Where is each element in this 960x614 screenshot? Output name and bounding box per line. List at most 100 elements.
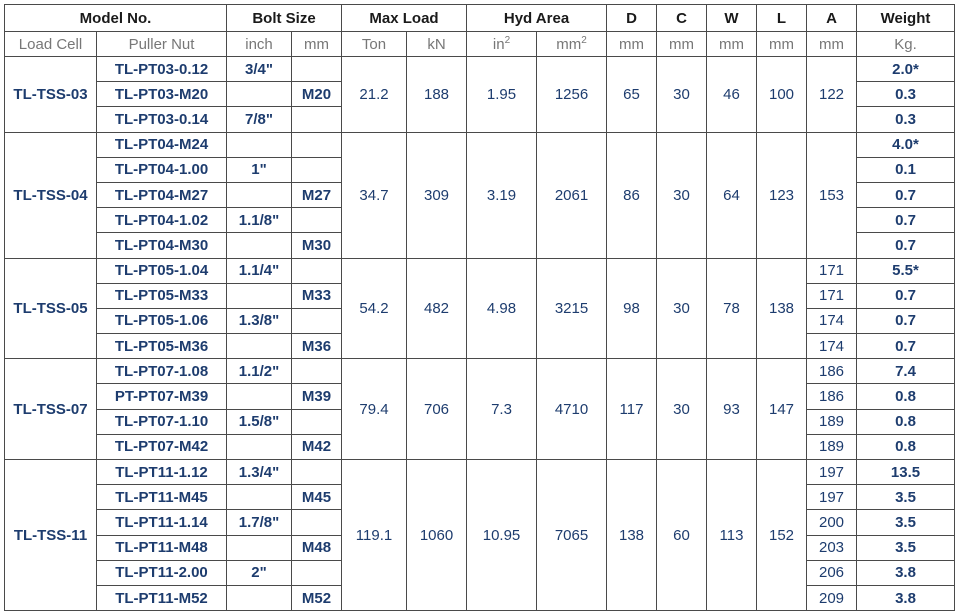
bolt-mm-cell: M20 <box>291 81 343 108</box>
weight-cell: 0.1 <box>856 156 956 183</box>
a-cell: 171 <box>806 282 858 309</box>
in2-cell: 1.95 <box>466 56 538 133</box>
weight-cell: 3.8 <box>856 559 956 586</box>
puller-nut-cell: TL-PT04-M24 <box>95 131 228 158</box>
puller-nut-cell: TL-PT11-1.14 <box>95 509 228 536</box>
load-cell-cell: TL-TSS-05 <box>4 257 97 360</box>
bolt-mm-cell <box>291 559 343 586</box>
puller-nut-cell: TL-PT07-1.10 <box>95 408 228 435</box>
weight-cell: 0.3 <box>856 81 956 108</box>
bolt-mm-cell <box>291 307 343 335</box>
puller-nut-cell: TL-PT11-M45 <box>95 484 228 511</box>
puller-nut-cell: TL-PT07-1.08 <box>95 358 228 385</box>
bolt-mm-cell <box>291 257 343 284</box>
bolt-mm-cell <box>291 458 343 486</box>
puller-nut-cell: TL-PT11-2.00 <box>95 559 228 586</box>
d-cell: 98 <box>606 257 658 360</box>
bolt-inch-cell: 2" <box>226 559 293 586</box>
a-cell: 174 <box>806 333 858 360</box>
load-cell-cell: TL-TSS-04 <box>4 131 97 259</box>
puller-nut-cell: TL-PT05-M36 <box>95 333 228 360</box>
puller-nut-cell: TL-PT07-M42 <box>95 433 228 461</box>
puller-nut-cell: TL-PT05-M33 <box>95 282 228 309</box>
weight-cell: 0.7 <box>856 307 956 335</box>
bolt-inch-cell: 1" <box>226 156 293 183</box>
load-cell-subheader: Load Cell <box>4 31 97 57</box>
bolt-inch-cell <box>226 81 293 108</box>
in2-cell: 7.3 <box>466 358 538 460</box>
bolt-mm-cell <box>291 156 343 183</box>
bolt-mm-cell <box>291 207 343 234</box>
bolt-mm-cell <box>291 408 343 435</box>
bolt-inch-cell <box>226 181 293 209</box>
bolt-size-header: Bolt Size <box>226 4 343 32</box>
a-cell: 209 <box>806 584 858 612</box>
l-header: L <box>756 4 808 32</box>
puller-nut-cell: TL-PT04-1.00 <box>95 156 228 183</box>
a-cell: 206 <box>806 559 858 586</box>
max-load-header: Max Load <box>341 4 468 32</box>
weight-cell: 0.7 <box>856 333 956 360</box>
bolt-mm-cell <box>291 131 343 158</box>
a-cell: 200 <box>806 509 858 536</box>
puller-nut-cell: TL-PT03-0.14 <box>95 106 228 133</box>
a-cell: 203 <box>806 534 858 561</box>
mm2-cell: 1256 <box>536 56 608 133</box>
puller-nut-cell: TL-PT05-1.06 <box>95 307 228 335</box>
puller-nut-cell: TL-PT05-1.04 <box>95 257 228 284</box>
weight-cell: 0.7 <box>856 232 956 259</box>
w-cell: 64 <box>706 131 758 259</box>
c-cell: 30 <box>656 257 708 360</box>
bolt-inch-cell: 1.7/8" <box>226 509 293 536</box>
kn-cell: 309 <box>406 131 468 259</box>
puller-nut-subheader: Puller Nut <box>95 31 228 57</box>
c-header: C <box>656 4 708 32</box>
in2-exponent: 2 <box>504 34 511 46</box>
puller-nut-cell: PT-PT07-M39 <box>95 383 228 410</box>
bolt-inch-cell <box>226 282 293 309</box>
model-no-header: Model No. <box>3 4 228 32</box>
mm2-cell: 7065 <box>536 458 608 612</box>
bolt-mm-cell: M48 <box>291 534 343 561</box>
load-cell-cell: TL-TSS-07 <box>4 358 97 460</box>
spec-table: Model No. Bolt Size Max Load Hyd Area D … <box>3 4 956 612</box>
ton-cell: 34.7 <box>341 131 408 259</box>
in2-cell: 3.19 <box>466 131 538 259</box>
d-cell: 86 <box>606 131 658 259</box>
kn-cell: 188 <box>406 56 468 133</box>
table-row: TL-TSS-04 TL-PT04-M24 34.7 309 3.19 2061 86 30 6… <box>4 131 956 259</box>
weight-cell: 0.7 <box>856 181 956 209</box>
l-unit-subheader: mm <box>756 31 808 57</box>
l-cell: 100 <box>756 56 808 133</box>
weight-cell: 0.3 <box>856 106 956 133</box>
a-cell: 153 <box>806 131 858 259</box>
c-cell: 30 <box>656 131 708 259</box>
mm2-cell: 4710 <box>536 358 608 460</box>
bolt-mm-cell <box>291 55 343 83</box>
weight-cell: 3.5 <box>856 509 956 536</box>
weight-cell: 0.8 <box>856 433 956 461</box>
a-cell: 189 <box>806 408 858 435</box>
puller-nut-cell: TL-PT04-M27 <box>95 181 228 209</box>
load-cell-cell: TL-TSS-11 <box>4 458 97 612</box>
weight-cell: 0.8 <box>856 383 956 410</box>
bolt-mm-cell: M39 <box>291 383 343 410</box>
d-cell: 117 <box>606 358 658 460</box>
a-header: A <box>806 4 858 32</box>
spec-body: TL-TSS-03 TL-PT03-0.12 3/4" 21.2 188 1.95 1256… <box>4 55 956 612</box>
weight-cell: 3.8 <box>856 584 956 612</box>
puller-nut-cell: TL-PT11-1.12 <box>95 458 228 486</box>
header-row: Model No. Bolt Size Max Load Hyd Area D … <box>3 4 956 32</box>
weight-cell: 3.5 <box>856 484 956 511</box>
load-cell-cell: TL-TSS-03 <box>4 56 97 133</box>
mm2-unit: mm <box>556 35 582 53</box>
d-cell: 65 <box>606 56 658 133</box>
d-unit-subheader: mm <box>606 31 658 57</box>
bolt-inch-cell: 1.3/8" <box>226 307 293 335</box>
w-cell: 46 <box>706 56 758 133</box>
kn-subheader: kN <box>406 31 468 57</box>
weight-cell: 0.8 <box>856 408 956 435</box>
bolt-inch-cell <box>226 484 293 511</box>
kn-cell: 1060 <box>406 458 468 612</box>
c-cell: 30 <box>656 358 708 460</box>
